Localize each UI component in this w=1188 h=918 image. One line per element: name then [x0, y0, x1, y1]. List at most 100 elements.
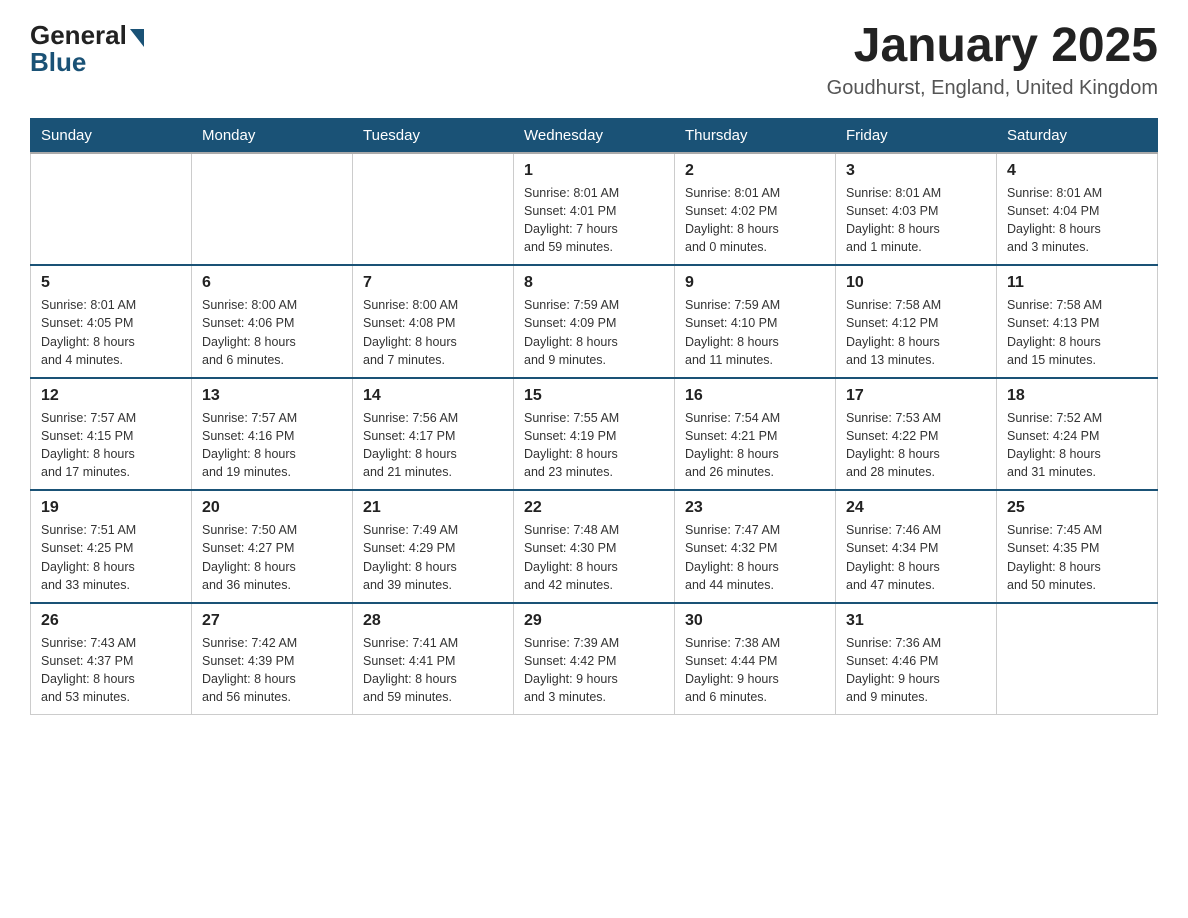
calendar-cell: 26 Sunrise: 7:43 AM Sunset: 4:37 PM Dayli…	[31, 603, 192, 715]
day-info: Sunrise: 7:36 AM Sunset: 4:46 PM Dayligh…	[846, 634, 986, 707]
day-number: 26	[41, 612, 181, 630]
calendar-cell: 3 Sunrise: 8:01 AM Sunset: 4:03 PM Daylig…	[836, 153, 997, 266]
calendar-cell	[353, 153, 514, 266]
day-info: Sunrise: 7:42 AM Sunset: 4:39 PM Dayligh…	[202, 634, 342, 707]
day-number: 6	[202, 274, 342, 292]
day-info: Sunrise: 7:49 AM Sunset: 4:29 PM Dayligh…	[363, 521, 503, 594]
day-number: 13	[202, 387, 342, 405]
day-info: Sunrise: 8:01 AM Sunset: 4:03 PM Dayligh…	[846, 184, 986, 257]
day-number: 7	[363, 274, 503, 292]
logo-arrow-icon	[130, 29, 144, 47]
day-number: 9	[685, 274, 825, 292]
day-info: Sunrise: 7:56 AM Sunset: 4:17 PM Dayligh…	[363, 409, 503, 482]
calendar-cell: 23 Sunrise: 7:47 AM Sunset: 4:32 PM Dayli…	[675, 490, 836, 603]
calendar-cell: 21Sunrise: 7:49 AM Sunset: 4:29 PM Dayli…	[353, 490, 514, 603]
calendar-cell: 24Sunrise: 7:46 AM Sunset: 4:34 PM Dayli…	[836, 490, 997, 603]
day-number: 5	[41, 274, 181, 292]
day-info: Sunrise: 7:41 AM Sunset: 4:41 PM Dayligh…	[363, 634, 503, 707]
header-sunday: Sunday	[31, 118, 192, 153]
day-info: Sunrise: 8:01 AM Sunset: 4:04 PM Dayligh…	[1007, 184, 1147, 257]
day-number: 27	[202, 612, 342, 630]
calendar-cell: 12 Sunrise: 7:57 AM Sunset: 4:15 PM Dayli…	[31, 378, 192, 491]
day-info: Sunrise: 7:59 AM Sunset: 4:09 PM Dayligh…	[524, 296, 664, 369]
day-info: Sunrise: 7:58 AM Sunset: 4:13 PM Dayligh…	[1007, 296, 1147, 369]
day-info: Sunrise: 7:50 AM Sunset: 4:27 PM Dayligh…	[202, 521, 342, 594]
calendar-cell	[31, 153, 192, 266]
header-saturday: Saturday	[997, 118, 1158, 153]
day-number: 12	[41, 387, 181, 405]
day-number: 28	[363, 612, 503, 630]
calendar-cell: 7 Sunrise: 8:00 AM Sunset: 4:08 PM Daylig…	[353, 265, 514, 378]
day-info: Sunrise: 7:45 AM Sunset: 4:35 PM Dayligh…	[1007, 521, 1147, 594]
calendar-table: Sunday Monday Tuesday Wednesday Thursday…	[30, 118, 1158, 716]
calendar-cell: 19Sunrise: 7:51 AM Sunset: 4:25 PM Dayli…	[31, 490, 192, 603]
day-number: 17	[846, 387, 986, 405]
calendar-cell: 25 Sunrise: 7:45 AM Sunset: 4:35 PM Dayli…	[997, 490, 1158, 603]
day-info: Sunrise: 8:01 AM Sunset: 4:05 PM Dayligh…	[41, 296, 181, 369]
day-number: 3	[846, 162, 986, 180]
calendar-cell: 18Sunrise: 7:52 AM Sunset: 4:24 PM Dayli…	[997, 378, 1158, 491]
calendar-cell: 11 Sunrise: 7:58 AM Sunset: 4:13 PM Dayli…	[997, 265, 1158, 378]
day-info: Sunrise: 7:46 AM Sunset: 4:34 PM Dayligh…	[846, 521, 986, 594]
day-info: Sunrise: 7:43 AM Sunset: 4:37 PM Dayligh…	[41, 634, 181, 707]
day-info: Sunrise: 7:57 AM Sunset: 4:16 PM Dayligh…	[202, 409, 342, 482]
day-number: 2	[685, 162, 825, 180]
header-friday: Friday	[836, 118, 997, 153]
day-info: Sunrise: 7:48 AM Sunset: 4:30 PM Dayligh…	[524, 521, 664, 594]
day-number: 25	[1007, 499, 1147, 517]
calendar-header-row: Sunday Monday Tuesday Wednesday Thursday…	[31, 118, 1158, 153]
day-info: Sunrise: 7:55 AM Sunset: 4:19 PM Dayligh…	[524, 409, 664, 482]
calendar-cell	[997, 603, 1158, 715]
day-info: Sunrise: 7:59 AM Sunset: 4:10 PM Dayligh…	[685, 296, 825, 369]
calendar-cell	[192, 153, 353, 266]
calendar-week-row: 19Sunrise: 7:51 AM Sunset: 4:25 PM Dayli…	[31, 490, 1158, 603]
calendar-cell: 31Sunrise: 7:36 AM Sunset: 4:46 PM Dayli…	[836, 603, 997, 715]
day-number: 16	[685, 387, 825, 405]
calendar-week-row: 1 Sunrise: 8:01 AM Sunset: 4:01 PM Daylig…	[31, 153, 1158, 266]
calendar-cell: 16 Sunrise: 7:54 AM Sunset: 4:21 PM Dayli…	[675, 378, 836, 491]
calendar-week-row: 5 Sunrise: 8:01 AM Sunset: 4:05 PM Daylig…	[31, 265, 1158, 378]
day-number: 14	[363, 387, 503, 405]
day-info: Sunrise: 7:53 AM Sunset: 4:22 PM Dayligh…	[846, 409, 986, 482]
day-number: 8	[524, 274, 664, 292]
day-info: Sunrise: 8:01 AM Sunset: 4:01 PM Dayligh…	[524, 184, 664, 257]
day-number: 1	[524, 162, 664, 180]
header-wednesday: Wednesday	[514, 118, 675, 153]
day-info: Sunrise: 8:00 AM Sunset: 4:08 PM Dayligh…	[363, 296, 503, 369]
day-info: Sunrise: 8:01 AM Sunset: 4:02 PM Dayligh…	[685, 184, 825, 257]
calendar-cell: 13 Sunrise: 7:57 AM Sunset: 4:16 PM Dayli…	[192, 378, 353, 491]
logo: General Blue	[30, 20, 144, 78]
day-info: Sunrise: 7:39 AM Sunset: 4:42 PM Dayligh…	[524, 634, 664, 707]
day-info: Sunrise: 7:57 AM Sunset: 4:15 PM Dayligh…	[41, 409, 181, 482]
calendar-title: January 2025	[827, 20, 1158, 73]
calendar-cell: 20 Sunrise: 7:50 AM Sunset: 4:27 PM Dayli…	[192, 490, 353, 603]
day-number: 18	[1007, 387, 1147, 405]
day-number: 30	[685, 612, 825, 630]
logo-blue-text: Blue	[30, 47, 86, 78]
calendar-cell: 15Sunrise: 7:55 AM Sunset: 4:19 PM Dayli…	[514, 378, 675, 491]
calendar-cell: 2 Sunrise: 8:01 AM Sunset: 4:02 PM Daylig…	[675, 153, 836, 266]
calendar-cell: 5 Sunrise: 8:01 AM Sunset: 4:05 PM Daylig…	[31, 265, 192, 378]
calendar-cell: 8 Sunrise: 7:59 AM Sunset: 4:09 PM Daylig…	[514, 265, 675, 378]
day-info: Sunrise: 7:54 AM Sunset: 4:21 PM Dayligh…	[685, 409, 825, 482]
day-number: 29	[524, 612, 664, 630]
calendar-cell: 17 Sunrise: 7:53 AM Sunset: 4:22 PM Dayli…	[836, 378, 997, 491]
day-info: Sunrise: 7:47 AM Sunset: 4:32 PM Dayligh…	[685, 521, 825, 594]
day-number: 23	[685, 499, 825, 517]
calendar-cell: 28 Sunrise: 7:41 AM Sunset: 4:41 PM Dayli…	[353, 603, 514, 715]
calendar-cell: 6Sunrise: 8:00 AM Sunset: 4:06 PM Daylig…	[192, 265, 353, 378]
calendar-week-row: 26 Sunrise: 7:43 AM Sunset: 4:37 PM Dayli…	[31, 603, 1158, 715]
day-number: 4	[1007, 162, 1147, 180]
calendar-cell: 1 Sunrise: 8:01 AM Sunset: 4:01 PM Daylig…	[514, 153, 675, 266]
day-number: 20	[202, 499, 342, 517]
calendar-cell: 14 Sunrise: 7:56 AM Sunset: 4:17 PM Dayli…	[353, 378, 514, 491]
calendar-cell: 29 Sunrise: 7:39 AM Sunset: 4:42 PM Dayli…	[514, 603, 675, 715]
calendar-cell: 27 Sunrise: 7:42 AM Sunset: 4:39 PM Dayli…	[192, 603, 353, 715]
title-block: January 2025 Goudhurst, England, United …	[827, 20, 1158, 100]
header-thursday: Thursday	[675, 118, 836, 153]
day-number: 10	[846, 274, 986, 292]
calendar-subtitle: Goudhurst, England, United Kingdom	[827, 77, 1158, 100]
day-info: Sunrise: 7:38 AM Sunset: 4:44 PM Dayligh…	[685, 634, 825, 707]
day-number: 11	[1007, 274, 1147, 292]
calendar-cell: 4 Sunrise: 8:01 AM Sunset: 4:04 PM Daylig…	[997, 153, 1158, 266]
